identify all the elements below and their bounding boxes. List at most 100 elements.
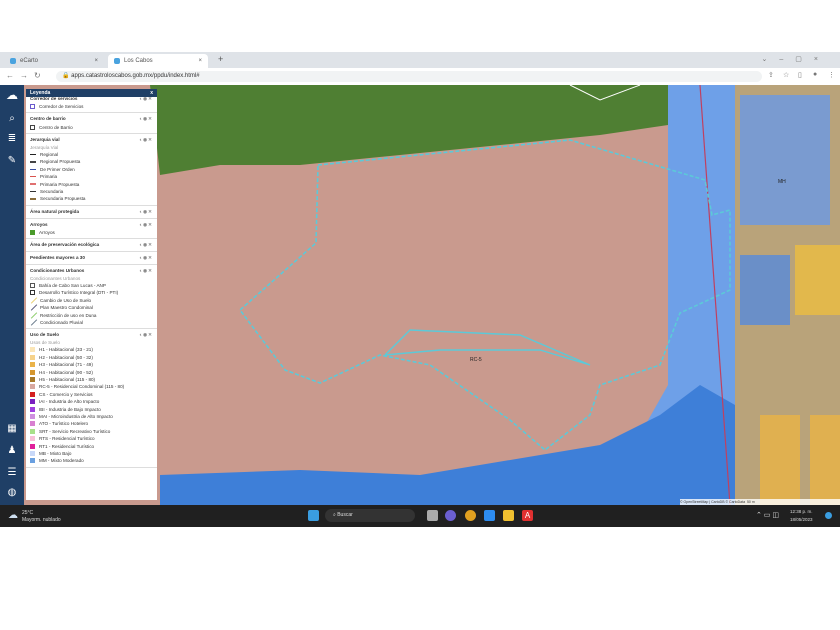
star-icon[interactable]: ☆ (783, 71, 789, 79)
legend-group: Condicionantes Urbanos ◐◉✕ Condicionantes … (26, 265, 157, 330)
legend-group: Arroyos ◐◉✕ Arroyos (26, 219, 157, 239)
legend-group-title: Condicionantes Urbanos ◐◉✕ (30, 267, 153, 275)
tab-ecarto[interactable]: eCarto × (4, 54, 104, 68)
group-title: Área de preservación ecológica (30, 241, 100, 247)
legend-item-label: Primaria (40, 174, 58, 180)
search-placeholder: Buscar (337, 512, 353, 518)
autocad-icon[interactable]: A (522, 510, 533, 521)
profile-icon[interactable]: ● (813, 71, 817, 78)
line-symbol-icon (30, 153, 36, 156)
close-tab-icon[interactable]: × (198, 58, 202, 64)
legend-group-title: Uso de Suelo ◐◉✕ (30, 331, 153, 339)
menu-icon[interactable]: ⋮ (828, 71, 835, 79)
fill-swatch-icon (30, 399, 35, 405)
fill-swatch-icon (30, 428, 35, 434)
tray-icons[interactable]: ⌃ ▭ ◫ (756, 511, 779, 519)
forward-icon[interactable]: → (20, 71, 28, 80)
group-subtitle: Usos de Suelo (30, 340, 60, 346)
line-symbol-icon (30, 161, 36, 163)
legend-item-label: Secundaria (40, 188, 64, 194)
browser-tab-bar: eCarto × Los Cabos × + ⌄–▢× (0, 52, 840, 68)
layer-controls[interactable]: ◐◉✕ (139, 267, 153, 275)
line-symbol-icon (30, 190, 36, 193)
legend-item-label: MAI - Microindustria de Alto Impacto (39, 413, 113, 419)
notification-icon[interactable] (825, 512, 832, 519)
list-icon[interactable]: ☰ (6, 467, 18, 479)
line-symbol-icon (30, 175, 36, 178)
map-canvas[interactable]: RC-5 MH + − © OpenStreetMap | CartoDB © … (0, 85, 840, 505)
block (760, 415, 800, 505)
sidebar-icon[interactable]: ▯ (798, 71, 802, 79)
legend-close-button[interactable]: x (150, 89, 153, 97)
taskview-icon[interactable] (427, 510, 438, 521)
cloud-logo-icon[interactable]: ☁ (6, 89, 18, 101)
layer-controls[interactable]: ◐◉✕ (139, 331, 153, 339)
legend-group: Uso de Suelo ◐◉✕ Usos de Suelo H1 - Habitac… (26, 329, 157, 468)
reload-icon[interactable]: ↻ (34, 71, 41, 80)
url-input[interactable]: 🔒 apps.catastroloscabos.gob.mx/ppdu/inde… (56, 71, 762, 82)
share-icon[interactable]: ⇪ (768, 71, 774, 79)
group-title: Arroyos (30, 221, 48, 227)
layer-controls[interactable]: ◐◉✕ (139, 136, 153, 144)
clock-time[interactable]: 12:38 p. m. (790, 509, 813, 514)
folder-icon[interactable] (503, 510, 514, 521)
close-tab-icon[interactable]: × (94, 58, 98, 64)
fill-swatch-icon (30, 443, 35, 449)
legend-item-label: Plan Maestro Condominal (40, 305, 93, 311)
legend-item: Arroyos (30, 229, 153, 236)
mh-zone (740, 95, 830, 225)
back-icon[interactable]: ← (6, 71, 14, 80)
legend-item-label: RT1 - Residencial Turístico (39, 443, 95, 449)
favicon-icon (10, 58, 16, 64)
legend-item: Regional (30, 151, 153, 158)
legend-item: RT1 - Residencial Turístico (30, 442, 153, 449)
legend-item: Primaria Propuesta (30, 180, 153, 187)
fill-swatch-icon (30, 458, 35, 464)
clock-date[interactable]: 18/05/2023 (790, 517, 813, 522)
legend-item: Secundaria (30, 188, 153, 195)
legend-item: Restricción de uso en Duna (30, 311, 153, 318)
legend-item: ATO - Turístico Hotelero (30, 420, 153, 427)
search-box[interactable]: ⌕ Buscar (325, 509, 415, 522)
legend-group: Área de preservación ecológica ◐◉✕ (26, 239, 157, 252)
legend-group: Área natural protegida ◐◉✕ (26, 206, 157, 219)
chat-icon[interactable] (445, 510, 456, 521)
legend-group-title: Jerarquia vial ◐◉✕ (30, 136, 153, 144)
search-icon[interactable]: ⌕ (6, 113, 18, 125)
legend-item-label: RC-5 - Residencial Condominal (115 - 80) (39, 384, 125, 390)
chrome-icon[interactable] (465, 510, 476, 521)
legend-item: IBI - Industria de Bajo Impacto (30, 405, 153, 412)
legend-item-label: Centro de Barrio (39, 124, 73, 130)
line-symbol-icon (30, 198, 36, 200)
group-title: Condicionantes Urbanos (30, 267, 85, 273)
layer-controls[interactable]: ◐◉✕ (139, 115, 153, 123)
scale-bar: 50 m (746, 500, 755, 504)
fill-swatch-icon (30, 450, 35, 456)
ruler-icon[interactable]: ✎ (6, 155, 18, 167)
globe-icon[interactable]: ◍ (6, 487, 18, 499)
attribution-text: © OpenStreetMap | CartoDB © CartoData (680, 500, 746, 504)
layer-controls[interactable]: ◐◉✕ (139, 241, 153, 249)
fill-swatch-icon (30, 229, 35, 235)
window-controls[interactable]: ⌄–▢× (762, 55, 830, 63)
tab-los-cabos[interactable]: Los Cabos × (108, 54, 208, 68)
legend-item-label: Desarrollo Turístico Integral (DTI - PTI… (39, 290, 119, 296)
weather-temp: 25°C (22, 510, 34, 516)
legend-item-label: CS - Comercio y Servicios (39, 391, 93, 397)
layer-controls[interactable]: ◐◉✕ (139, 221, 153, 229)
fill-swatch-icon (30, 377, 35, 382)
map-icon[interactable]: ▦ (6, 423, 18, 435)
user-icon[interactable]: ♟ (6, 445, 18, 457)
legend-item-label: IAI - Industria de Alto Impacto (39, 399, 100, 405)
legend-item-label: Bahía de Cabo San Lucas - ANP (39, 283, 106, 289)
layers-icon[interactable]: ≣ (6, 133, 18, 145)
zoom-app-icon[interactable] (484, 510, 495, 521)
legend-item: Secundaria Propuesta (30, 195, 153, 202)
weather-desc: Mayorm. nublado (22, 517, 61, 523)
start-icon[interactable] (308, 510, 319, 521)
legend-item-label: Corredor de Servicios (39, 104, 84, 110)
layer-controls[interactable]: ◐◉✕ (139, 208, 153, 216)
layer-controls[interactable]: ◐◉✕ (139, 254, 153, 262)
address-bar-row: ← → ↻ 🔒 apps.catastroloscabos.gob.mx/ppd… (0, 68, 840, 86)
new-tab-button[interactable]: + (218, 54, 223, 64)
